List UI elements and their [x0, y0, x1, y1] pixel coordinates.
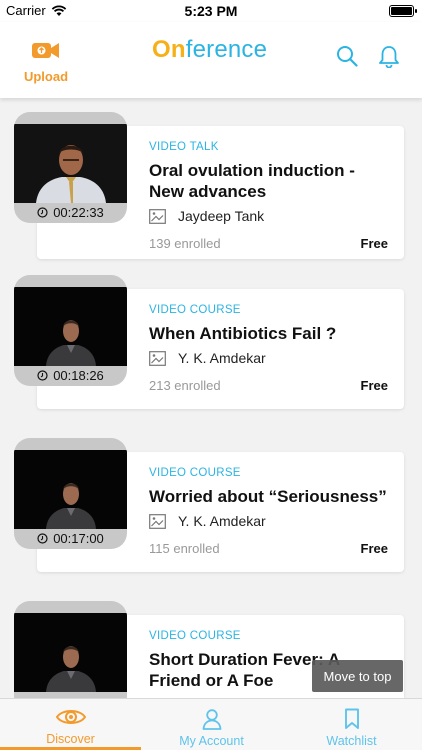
app-header: Upload Onference — [0, 22, 422, 98]
duration-text: 00:18:26 — [53, 368, 104, 383]
presenter-icon — [149, 513, 166, 529]
tab-label: My Account — [179, 734, 244, 748]
course-thumbnail[interactable]: 00:22:33 — [14, 112, 127, 223]
course-type: VIDEO TALK — [149, 141, 219, 153]
duration-label: 00:18:26 — [14, 368, 127, 383]
course-title[interactable]: When Antibiotics Fail ? — [149, 323, 389, 344]
upload-label: Upload — [23, 69, 69, 84]
status-bar: Carrier 5:23 PM — [0, 0, 422, 22]
logo-rest: ference — [185, 36, 268, 63]
battery-icon — [389, 5, 417, 17]
notifications-button[interactable] — [378, 45, 400, 73]
course-type: VIDEO COURSE — [149, 304, 241, 316]
logo-on: On — [152, 36, 186, 63]
search-button[interactable] — [336, 45, 358, 72]
video-frame — [14, 287, 127, 366]
course-thumbnail[interactable] — [14, 601, 127, 698]
clock-icon — [37, 370, 48, 381]
course-thumbnail[interactable]: 00:17:00 — [14, 438, 127, 549]
tab-label: Watchlist — [326, 734, 377, 748]
bell-icon — [379, 46, 399, 69]
tab-bar: Discover My Account Watchlist — [0, 698, 422, 750]
tab-watchlist[interactable]: Watchlist — [281, 699, 422, 750]
course-author: Jaydeep Tank — [149, 208, 264, 224]
course-price: Free — [360, 378, 388, 393]
course-price: Free — [360, 236, 388, 251]
author-name: Y. K. Amdekar — [178, 513, 266, 529]
course-title[interactable]: Oral ovulation induction - New advances — [149, 160, 389, 202]
video-camera-icon — [32, 43, 59, 58]
tab-label: Discover — [46, 732, 95, 746]
tab-discover[interactable]: Discover — [0, 699, 141, 750]
course-title[interactable]: Worried about “Seriousness” — [149, 486, 389, 507]
course-thumbnail[interactable]: 00:18:26 — [14, 275, 127, 386]
search-icon — [337, 46, 358, 67]
author-name: Y. K. Amdekar — [178, 350, 266, 366]
course-type: VIDEO COURSE — [149, 467, 241, 479]
clock-icon — [37, 207, 48, 218]
course-author: Y. K. Amdekar — [149, 513, 266, 529]
presenter-icon — [149, 350, 166, 366]
clock: 5:23 PM — [184, 3, 238, 19]
duration-text: 00:17:00 — [53, 531, 104, 546]
bookmark-icon — [344, 708, 359, 729]
move-to-top-button[interactable]: Move to top — [312, 660, 403, 692]
person-icon — [202, 709, 221, 730]
duration-text: 00:22:33 — [53, 205, 104, 220]
upload-button[interactable]: Upload — [18, 40, 74, 84]
tab-my-account[interactable]: My Account — [141, 699, 282, 750]
video-frame — [14, 124, 127, 203]
eye-icon — [55, 710, 86, 724]
video-frame — [14, 450, 127, 529]
duration-label: 00:22:33 — [14, 205, 127, 220]
enrolled-count: 213 enrolled — [149, 378, 221, 393]
course-list[interactable]: 00:22:33 VIDEO TALK Oral ovulation induc… — [0, 98, 422, 698]
app-logo: Onference — [152, 36, 267, 64]
clock-icon — [37, 533, 48, 544]
enrolled-count: 115 enrolled — [149, 541, 220, 556]
course-card[interactable]: 00:22:33 VIDEO TALK Oral ovulation induc… — [0, 112, 422, 262]
video-frame — [14, 613, 127, 692]
course-author: Y. K. Amdekar — [149, 350, 266, 366]
course-price: Free — [360, 541, 388, 556]
author-name: Jaydeep Tank — [178, 208, 265, 224]
course-card[interactable]: 00:17:00 VIDEO COURSE Worried about “Ser… — [0, 438, 422, 588]
course-type: VIDEO COURSE — [149, 630, 241, 642]
course-card[interactable]: 00:18:26 VIDEO COURSE When Antibiotics F… — [0, 275, 422, 425]
duration-label: 00:17:00 — [14, 531, 127, 546]
enrolled-count: 139 enrolled — [149, 236, 221, 251]
presenter-icon — [149, 208, 166, 224]
